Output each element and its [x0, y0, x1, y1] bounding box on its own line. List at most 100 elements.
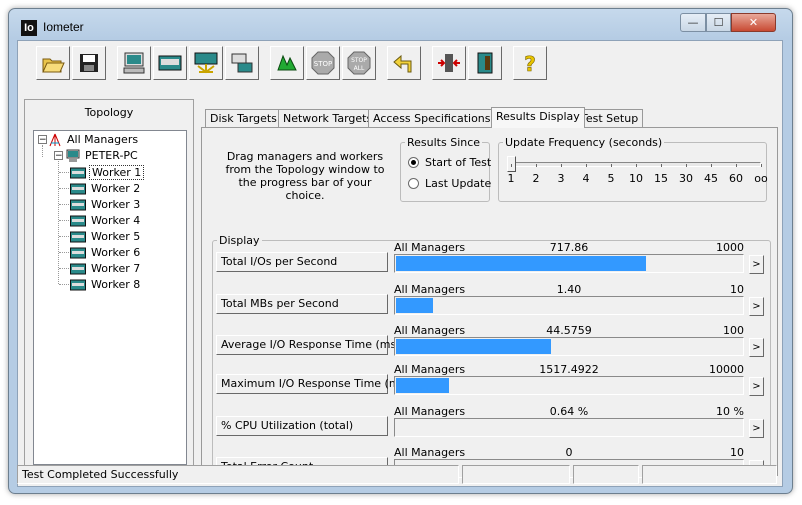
result-progress-fill: [396, 339, 552, 354]
title-bar[interactable]: Io Iometer — ☐ ✕: [9, 9, 792, 39]
frequency-tick-mark: [561, 164, 562, 167]
result-metric-button[interactable]: Total MBs per Second: [216, 294, 388, 314]
result-arrow-button[interactable]: >: [749, 419, 764, 438]
tree-node-manager[interactable]: PETER-PC: [66, 148, 140, 163]
save-icon: [80, 54, 98, 72]
exit-program-button[interactable]: [468, 46, 502, 80]
result-max: 10: [730, 283, 744, 296]
tree-node-worker[interactable]: Worker 6: [70, 245, 142, 260]
results-since-group: Results Since: [400, 136, 490, 202]
result-row-header: All Managers 0.64 % 10 %: [394, 405, 744, 418]
result-progress-bar[interactable]: [394, 296, 744, 315]
tree-node-worker[interactable]: Worker 1: [70, 165, 145, 180]
close-button[interactable]: ✕: [731, 13, 776, 32]
new-network-worker-button[interactable]: [189, 46, 223, 80]
start-tests-button[interactable]: [270, 46, 304, 80]
svg-text:ALL: ALL: [354, 65, 365, 72]
result-arrow-button[interactable]: >: [749, 377, 764, 396]
frequency-tick-mark: [661, 164, 662, 167]
new-disk-worker-icon: [158, 55, 182, 71]
result-metric-button[interactable]: Maximum I/O Response Time (ms): [216, 374, 410, 394]
results-display-panel: Drag managers and workers from the Topol…: [201, 127, 778, 479]
minimize-button[interactable]: —: [680, 13, 706, 32]
exit-button[interactable]: [432, 46, 466, 80]
frequency-tick-mark: [511, 164, 512, 167]
result-max: 10: [730, 446, 744, 459]
result-progress-bar[interactable]: [394, 376, 744, 395]
frequency-tick-label: 15: [654, 172, 668, 185]
result-max: 10000: [709, 363, 744, 376]
frequency-tick-mark: [686, 164, 687, 167]
frequency-tick-mark: [736, 164, 737, 167]
worker-disk-icon: [70, 263, 86, 275]
result-value: 0.64 %: [549, 405, 589, 418]
new-network-worker-icon: [194, 52, 218, 74]
status-pane-2: [462, 465, 570, 484]
about-button[interactable]: ?: [513, 46, 547, 80]
tab-results-display[interactable]: Results Display: [491, 107, 585, 128]
exit-program-icon: [477, 52, 493, 74]
maximize-button[interactable]: ☐: [706, 13, 731, 32]
tree-node-worker[interactable]: Worker 8: [70, 277, 142, 292]
result-arrow-button[interactable]: >: [749, 338, 764, 357]
result-value: 44.5759: [546, 324, 592, 337]
frequency-tick-label: 10: [629, 172, 643, 185]
status-message: Test Completed Successfully: [17, 465, 459, 484]
result-progress-bar[interactable]: [394, 337, 744, 356]
radio-last-update-indicator: [408, 178, 419, 189]
tab-disk-targets[interactable]: Disk Targets: [205, 109, 282, 127]
new-disk-worker-button[interactable]: [153, 46, 187, 80]
stop-icon: STOP: [311, 51, 335, 75]
tree-node-worker[interactable]: Worker 4: [70, 213, 142, 228]
results-since-legend: Results Since: [407, 136, 481, 149]
expand-manager-toggle[interactable]: −: [54, 151, 63, 161]
new-manager-button[interactable]: [117, 46, 151, 80]
tab-network-targets[interactable]: Network Targets: [278, 109, 378, 127]
stop-all-button[interactable]: STOP ALL: [342, 46, 376, 80]
result-progress-bar[interactable]: [394, 254, 744, 273]
tab-access-specifications[interactable]: Access Specifications: [368, 109, 496, 127]
result-max: 100: [723, 324, 744, 337]
frequency-tick-mark: [536, 164, 537, 167]
tree-node-worker[interactable]: Worker 2: [70, 181, 142, 196]
result-row-header: All Managers 0 10: [394, 446, 744, 459]
worker-disk-icon: [70, 215, 86, 227]
exit-icon: [438, 54, 460, 72]
result-source: All Managers: [394, 446, 466, 459]
tree-node-worker[interactable]: Worker 7: [70, 261, 142, 276]
frequency-tick-label: 60: [729, 172, 743, 185]
result-metric-button[interactable]: Average I/O Response Time (ms): [216, 335, 401, 355]
open-button[interactable]: [36, 46, 70, 80]
save-button[interactable]: [72, 46, 106, 80]
tree-node-worker[interactable]: Worker 5: [70, 229, 142, 244]
worker-disk-icon: [70, 279, 86, 291]
expand-all-managers-toggle[interactable]: −: [38, 135, 47, 145]
result-source: All Managers: [394, 324, 466, 337]
reset-workers-button[interactable]: [387, 46, 421, 80]
update-frequency-legend: Update Frequency (seconds): [505, 136, 663, 149]
result-value: 1.40: [556, 283, 582, 296]
result-metric-button[interactable]: Total I/Os per Second: [216, 252, 388, 272]
duplicate-worker-button[interactable]: [225, 46, 259, 80]
tree-node-worker[interactable]: Worker 3: [70, 197, 142, 212]
tree-node-all-managers[interactable]: All Managers: [48, 132, 140, 147]
tab-test-setup[interactable]: Test Setup: [576, 109, 644, 127]
duplicate-worker-icon: [231, 53, 253, 73]
frequency-tick-mark: [636, 164, 637, 167]
result-arrow-button[interactable]: >: [749, 297, 764, 316]
result-progress-fill: [396, 378, 449, 393]
status-pane-3: [573, 465, 639, 484]
result-progress-fill: [396, 256, 646, 271]
all-managers-icon: [49, 133, 61, 147]
radio-start-of-test[interactable]: Start of Test: [408, 156, 491, 169]
frequency-tick-label: 1: [507, 172, 515, 185]
result-metric-button[interactable]: % CPU Utilization (total): [216, 416, 388, 436]
result-arrow-button[interactable]: >: [749, 255, 764, 274]
radio-last-update[interactable]: Last Update: [408, 177, 491, 190]
stop-button[interactable]: STOP: [306, 46, 340, 80]
result-source: All Managers: [394, 241, 466, 254]
topology-panel: Topology − All Managers − PETER-PC Worke…: [24, 99, 194, 473]
result-value: 0: [565, 446, 573, 459]
result-progress-bar[interactable]: [394, 418, 744, 437]
svg-text:?: ?: [524, 52, 536, 76]
